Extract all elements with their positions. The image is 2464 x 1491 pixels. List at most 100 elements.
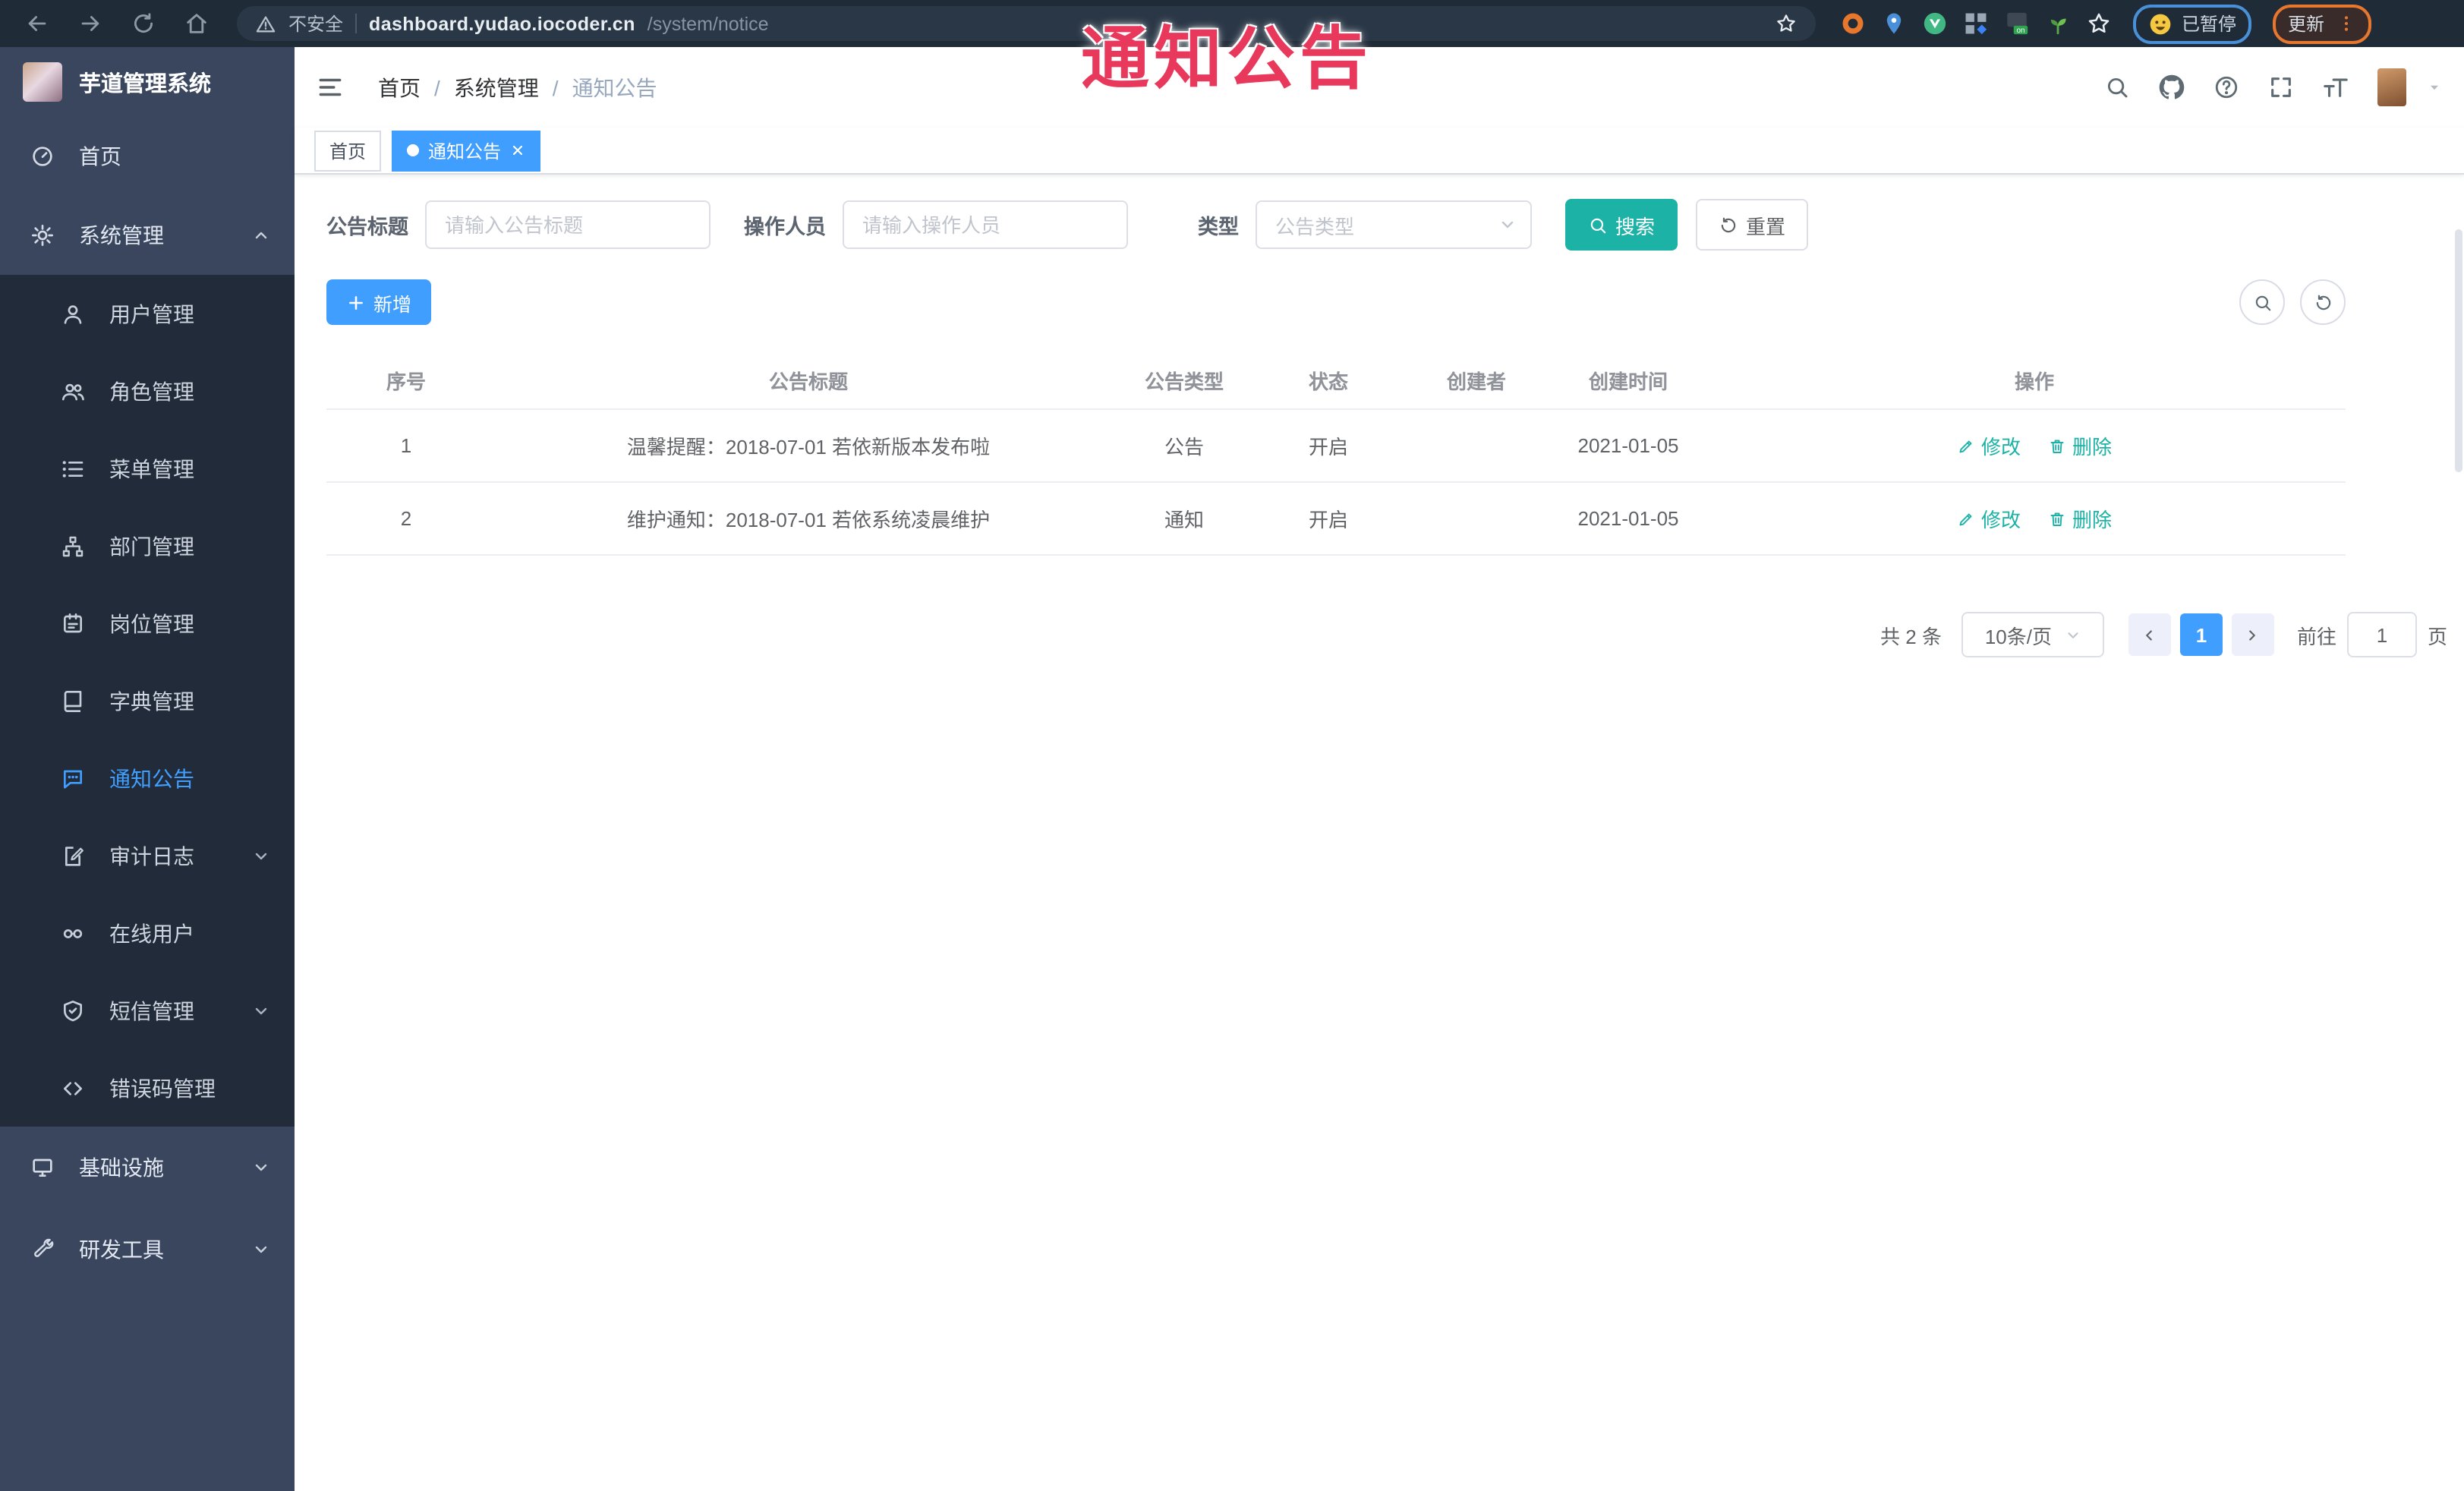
tab-label: 通知公告 (428, 140, 502, 162)
table-row[interactable]: 2 维护通知：2018-07-01 若依系统凌晨维护 通知 开启 2021-01… (326, 483, 2346, 556)
sidebar-item-infrastructure[interactable]: 基础设施 (0, 1127, 295, 1209)
bookmark-star-icon[interactable] (1775, 12, 1798, 35)
table-header-row: 序号 公告标题 公告类型 状态 创建者 创建时间 操作 (326, 351, 2346, 410)
sidebar-item-department-management[interactable]: 部门管理 (0, 507, 295, 585)
browser-forward-icon[interactable] (77, 11, 103, 36)
sidebar-item-home[interactable]: 首页 (0, 117, 295, 196)
user-avatar[interactable] (2377, 68, 2406, 106)
extension-on-badge-icon[interactable] (2004, 11, 2030, 36)
sidebar-item-post-management[interactable]: 岗位管理 (0, 585, 295, 662)
font-size-icon[interactable] (2323, 74, 2349, 100)
table-toolbar: 新增 (326, 279, 2346, 325)
tab-notice-announcement[interactable]: 通知公告 (392, 130, 541, 171)
tabs-bar: 首页 通知公告 (295, 128, 2464, 175)
next-page-button[interactable] (2231, 613, 2274, 656)
sidebar-item-menu-management[interactable]: 菜单管理 (0, 430, 295, 507)
filter-title-group: 公告标题 (326, 200, 711, 249)
extension-donut-icon[interactable] (1840, 11, 1866, 36)
announcement-icon (61, 766, 85, 790)
operator-input[interactable] (843, 200, 1128, 249)
app-title: 芋道管理系统 (79, 72, 211, 96)
edit-button[interactable]: 修改 (1957, 504, 2021, 533)
extension-grid-icon[interactable] (1963, 11, 1989, 36)
goto-label: 前往 (2296, 625, 2336, 648)
refresh-table-button[interactable] (2300, 279, 2346, 325)
column-header-title: 公告标题 (768, 370, 848, 392)
caret-down-icon[interactable] (2426, 79, 2443, 96)
browser-menu-icon[interactable] (2336, 14, 2356, 33)
reset-button-label: 重置 (1746, 215, 1786, 238)
toggle-search-button[interactable] (2239, 279, 2285, 325)
github-icon[interactable] (2159, 74, 2185, 100)
sidebar-item-devtools[interactable]: 研发工具 (0, 1209, 295, 1291)
notice-title-input[interactable] (425, 200, 711, 249)
sidebar-item-error-code-management[interactable]: 错误码管理 (0, 1049, 295, 1127)
add-button[interactable]: 新增 (326, 279, 432, 325)
add-button-label: 新增 (373, 294, 412, 315)
extension-sprout-icon[interactable] (2045, 11, 2071, 36)
url-path: /system/notice (647, 13, 769, 34)
address-bar[interactable]: 不安全 dashboard.yudao.iocoder.cn /system/n… (237, 6, 1816, 41)
breadcrumb-home[interactable]: 首页 (378, 72, 421, 102)
pencil-icon (1957, 437, 1975, 455)
goto-page-input[interactable] (2346, 612, 2417, 657)
page-size-select[interactable]: 10条/页 (1961, 612, 2104, 657)
operator-label: 操作人员 (744, 216, 826, 238)
search-button[interactable]: 搜索 (1565, 199, 1678, 251)
row-type: 公告 (1164, 436, 1204, 459)
browser-profile-chip[interactable]: 已暂停 (2133, 4, 2252, 43)
filter-type-group: 类型 公告类型 (1198, 200, 1532, 249)
search-button-label: 搜索 (1615, 215, 1656, 238)
fullscreen-icon[interactable] (2268, 74, 2294, 100)
annotation-overlay: 通知公告 (1081, 20, 1373, 97)
page-number-current[interactable]: 1 (2179, 613, 2223, 656)
sidebar-item-role-management[interactable]: 角色管理 (0, 352, 295, 430)
browser-back-icon[interactable] (24, 11, 50, 36)
sidebar-item-dictionary-management[interactable]: 字典管理 (0, 662, 295, 739)
breadcrumb-system-management[interactable]: 系统管理 (454, 72, 539, 102)
chevron-down-icon (1498, 216, 1517, 234)
search-icon[interactable] (2104, 74, 2130, 100)
extension-vue-icon[interactable] (1922, 11, 1948, 36)
row-no: 2 (400, 507, 412, 530)
tab-home[interactable]: 首页 (314, 130, 382, 171)
browser-reload-icon[interactable] (131, 11, 156, 36)
app-logo[interactable]: 芋道管理系统 (0, 47, 295, 117)
notice-type-select[interactable]: 公告类型 (1256, 200, 1532, 249)
dictionary-icon (61, 689, 85, 713)
active-tab-dot (407, 144, 420, 156)
sidebar-item-sms-management[interactable]: 短信管理 (0, 972, 295, 1049)
table-row[interactable]: 1 温馨提醒：2018-07-01 若依新版本发布啦 公告 开启 2021-01… (326, 410, 2346, 483)
vertical-scrollbar[interactable] (2455, 229, 2462, 472)
close-icon[interactable] (510, 143, 525, 158)
profile-emoji-icon (2148, 11, 2173, 36)
sidebar-item-label: 基础设施 (79, 1155, 164, 1180)
reset-button[interactable]: 重置 (1696, 199, 1809, 251)
chevron-down-icon (252, 1001, 270, 1020)
hamburger-icon[interactable] (316, 73, 345, 102)
sidebar-item-notice-announcement[interactable]: 通知公告 (0, 739, 295, 817)
search-icon (1588, 215, 1608, 235)
error-code-icon (61, 1076, 85, 1100)
sidebar-item-user-management[interactable]: 用户管理 (0, 275, 295, 352)
delete-button[interactable]: 删除 (2048, 504, 2112, 533)
extension-pin-icon[interactable] (1881, 11, 1907, 36)
user-icon (61, 301, 85, 326)
sidebar-item-online-users[interactable]: 在线用户 (0, 894, 295, 972)
browser-update-chip[interactable]: 更新 (2273, 4, 2372, 43)
audit-log-icon (61, 843, 85, 868)
not-secure-icon (255, 13, 276, 34)
edit-button[interactable]: 修改 (1957, 431, 2021, 460)
extension-star-icon[interactable] (2086, 11, 2112, 36)
prev-page-button[interactable] (2128, 613, 2171, 656)
chevron-left-icon (2141, 626, 2158, 643)
sidebar-item-audit-log[interactable]: 审计日志 (0, 817, 295, 894)
browser-home-icon[interactable] (184, 11, 210, 36)
delete-button[interactable]: 删除 (2048, 431, 2112, 460)
sidebar-item-label: 角色管理 (109, 379, 194, 403)
sidebar-item-system-management[interactable]: 系统管理 (0, 196, 295, 275)
url-host: dashboard.yudao.iocoder.cn (369, 13, 635, 34)
plus-icon (346, 292, 366, 312)
pagination-total: 共 2 条 (1880, 625, 1942, 648)
help-icon[interactable] (2214, 74, 2239, 100)
